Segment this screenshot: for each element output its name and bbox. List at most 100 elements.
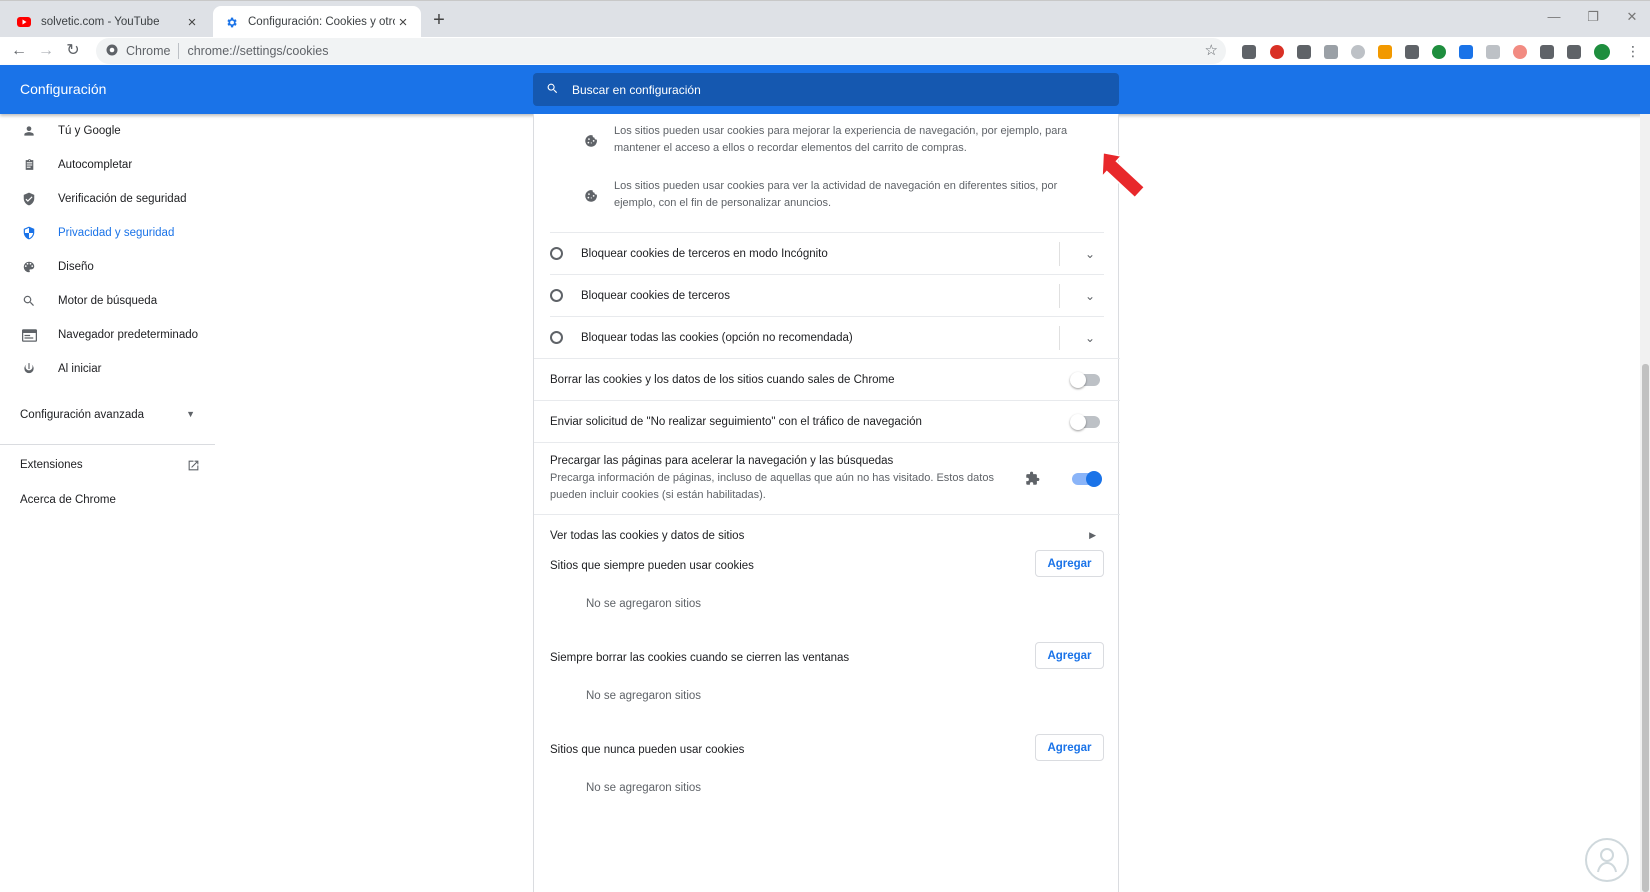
radio-block-third-party-incognito[interactable]: Bloquear cookies de terceros en modo Inc… [550, 232, 1104, 274]
back-arrow-icon[interactable]: ← [8, 40, 30, 62]
caret-down-icon: ▼ [186, 409, 195, 419]
add-block-site-button[interactable]: Agregar [1035, 734, 1104, 761]
extension-icon[interactable] [1432, 45, 1446, 59]
section-clear-on-exit-title: Siempre borrar las cookies cuando se cie… [550, 652, 850, 664]
see-all-cookies-link[interactable]: Ver todas las cookies y datos de sitios … [534, 514, 1120, 556]
radio-button[interactable] [550, 331, 563, 344]
extension-icon[interactable] [1297, 45, 1311, 59]
address-bar[interactable]: Chrome chrome://settings/cookies ☆ [96, 38, 1226, 64]
reading-list-icon[interactable] [1567, 45, 1581, 59]
page-title: Configuración [20, 81, 107, 97]
extension-icon[interactable] [1351, 45, 1365, 59]
shield-icon [0, 226, 58, 240]
close-tab-icon[interactable]: × [184, 14, 200, 31]
search-icon [546, 82, 559, 98]
toggle-row-clear-on-exit[interactable]: Borrar las cookies y los datos de los si… [534, 358, 1120, 400]
avatar[interactable] [1594, 44, 1610, 60]
sidebar-advanced[interactable]: Configuración avanzada ▼ [20, 409, 195, 421]
arrow-right-icon: ▶ [1089, 530, 1096, 540]
forward-arrow-icon[interactable]: → [35, 40, 57, 62]
tab-strip: solvetic.com - YouTube × Configuración: … [0, 0, 1650, 38]
radio-button[interactable] [550, 289, 563, 302]
gear-icon [223, 14, 239, 30]
toggle-row-do-not-track[interactable]: Enviar solicitud de "No realizar seguimi… [534, 400, 1120, 442]
settings-search-input[interactable]: Buscar en configuración [533, 73, 1119, 106]
sidebar-item-you-and-google[interactable]: Tú y Google [0, 114, 215, 148]
youtube-icon [16, 14, 32, 30]
list-item: Los sitios pueden usar cookies para ver … [534, 178, 1120, 212]
sidebar-about-chrome[interactable]: Acerca de Chrome [20, 494, 116, 506]
browser-icon [0, 328, 58, 342]
restore-button[interactable]: ❐ [1581, 9, 1605, 25]
puzzle-icon [1022, 471, 1042, 486]
close-tab-icon[interactable]: × [395, 14, 411, 31]
toggle-knob [1070, 413, 1086, 430]
extension-icon[interactable] [1378, 45, 1392, 59]
extension-icon[interactable] [1486, 45, 1500, 59]
tab-settings[interactable]: Configuración: Cookies y otros d × [213, 6, 421, 38]
sidebar-item-safety-check[interactable]: Verificación de seguridad [0, 182, 215, 216]
sidebar-item-label: Motor de búsqueda [58, 295, 158, 307]
bullet-text: Los sitios pueden usar cookies para ver … [614, 180, 1058, 209]
bullet-text: Los sitios pueden usar cookies para mejo… [614, 125, 1068, 154]
toggle-row-preload[interactable]: Precargar las páginas para acelerar la n… [534, 442, 1120, 514]
open-in-new-icon [187, 459, 200, 475]
preload-toggle[interactable] [1072, 470, 1102, 487]
search-placeholder: Buscar en configuración [572, 82, 701, 97]
radio-label: Bloquear todas las cookies (opción no re… [581, 331, 853, 344]
shield-check-icon [0, 192, 58, 206]
bookmark-star-icon[interactable]: ☆ [1205, 41, 1218, 59]
clear-on-exit-toggle[interactable] [1070, 371, 1100, 388]
sidebar-item-label: Diseño [58, 261, 94, 273]
sidebar-item-on-startup[interactable]: Al iniciar [0, 352, 215, 386]
do-not-track-toggle[interactable] [1070, 413, 1100, 430]
add-clear-on-exit-site-button[interactable]: Agregar [1035, 642, 1104, 669]
power-icon [0, 362, 58, 376]
sidebar-item-label: Al iniciar [58, 363, 102, 375]
omnibox-separator [178, 43, 180, 59]
tab-youtube[interactable]: solvetic.com - YouTube × [6, 6, 210, 38]
chevron-down-icon[interactable]: ⌄ [1080, 247, 1100, 261]
reload-icon[interactable]: ↻ [62, 40, 84, 62]
sidebar-extensions-label: Extensiones [20, 459, 83, 471]
extension-icon[interactable] [1459, 45, 1473, 59]
person-icon [0, 124, 58, 138]
menu-icon[interactable]: ⋮ [1622, 40, 1644, 62]
sidebar-advanced-label: Configuración avanzada [20, 409, 145, 421]
extension-icon[interactable] [1513, 45, 1527, 59]
radio-block-third-party[interactable]: Bloquear cookies de terceros ⌄ [550, 274, 1104, 316]
extension-icon[interactable] [1405, 45, 1419, 59]
new-tab-button[interactable]: + [428, 9, 450, 32]
sidebar-item-search-engine[interactable]: Motor de búsqueda [0, 284, 215, 318]
scrollbar-thumb[interactable] [1642, 364, 1649, 892]
cookies-settings-card: Los sitios pueden usar cookies para mejo… [533, 114, 1120, 892]
radio-label: Bloquear cookies de terceros [581, 289, 730, 302]
close-window-button[interactable]: ✕ [1620, 9, 1644, 25]
sidebar-extensions[interactable]: Extensiones [20, 459, 200, 475]
extension-icon[interactable] [1324, 45, 1338, 59]
chrome-site-icon [106, 44, 118, 59]
adblock-icon[interactable] [1270, 45, 1284, 59]
toggle-knob [1086, 470, 1102, 487]
sidebar-item-default-browser[interactable]: Navegador predeterminado [0, 318, 215, 352]
add-allow-site-button[interactable]: Agregar [1035, 550, 1104, 577]
sidebar-item-autofill[interactable]: Autocompletar [0, 148, 215, 182]
extension-icon[interactable] [1242, 45, 1256, 59]
chevron-down-icon[interactable]: ⌄ [1080, 331, 1100, 345]
section-allow-title: Sitios que siempre pueden usar cookies [550, 560, 754, 572]
preload-title: Precargar las páginas para acelerar la n… [550, 455, 894, 467]
minimize-button[interactable]: — [1542, 9, 1566, 24]
url-text: chrome://settings/cookies [187, 44, 329, 58]
row-divider [1059, 283, 1060, 308]
puzzle-icon[interactable] [1540, 45, 1554, 59]
preload-description: Precarga información de páginas, incluso… [550, 472, 994, 501]
radio-button[interactable] [550, 247, 563, 260]
sidebar-item-label: Tú y Google [58, 125, 121, 137]
sidebar-item-appearance[interactable]: Diseño [0, 250, 215, 284]
sidebar-item-privacy[interactable]: Privacidad y seguridad [0, 216, 215, 250]
chevron-down-icon[interactable]: ⌄ [1080, 289, 1100, 303]
cookie-icon [534, 123, 614, 157]
sidebar-divider [0, 444, 215, 445]
row-divider [1059, 325, 1060, 350]
radio-block-all-cookies[interactable]: Bloquear todas las cookies (opción no re… [550, 316, 1104, 358]
